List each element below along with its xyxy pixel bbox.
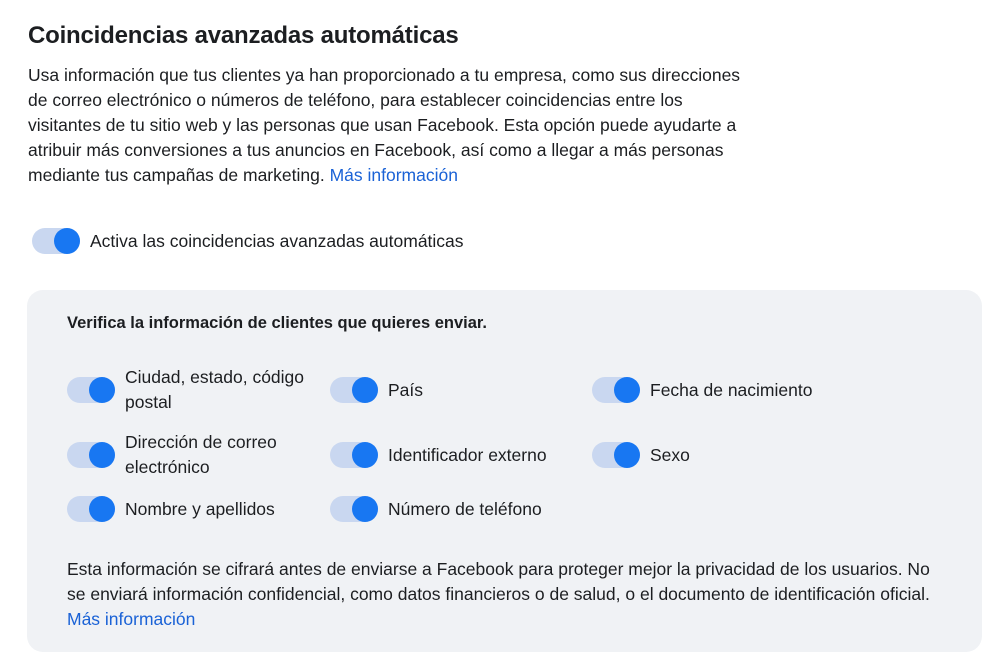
privacy-footnote: Esta información se cifrará antes de env… [67,557,947,632]
option-label: Ciudad, estado, código postal [125,367,305,412]
country-toggle[interactable] [330,377,378,403]
birthdate-toggle[interactable] [592,377,640,403]
customer-info-panel: Verifica la información de clientes que … [27,290,982,652]
email-toggle[interactable] [67,442,115,468]
gender-toggle[interactable] [592,442,640,468]
toggle-knob [352,442,378,468]
toggle-knob [89,377,115,403]
option-city-state-zip: Ciudad, estado, código postal [67,365,315,415]
main-toggle-row: Activa las coincidencias avanzadas autom… [32,228,464,254]
phone-toggle[interactable] [330,496,378,522]
toggle-knob [89,496,115,522]
toggle-knob [54,228,80,254]
toggle-knob [614,377,640,403]
option-label: Dirección de correo electrónico [125,432,277,477]
option-phone: Número de teléfono [330,496,542,522]
option-email: Dirección de correo electrónico [67,430,315,480]
external-id-toggle[interactable] [330,442,378,468]
option-gender: Sexo [592,442,690,468]
option-label: Sexo [650,444,690,465]
automatic-advanced-matching-toggle[interactable] [32,228,80,254]
option-label: Fecha de nacimiento [650,379,813,400]
page-title: Coincidencias avanzadas automáticas [28,22,459,49]
toggle-knob [352,377,378,403]
panel-title: Verifica la información de clientes que … [67,314,488,332]
option-birthdate: Fecha de nacimiento [592,377,812,403]
option-label: Nombre y apellidos [125,498,275,519]
option-country: País [330,377,423,403]
description: Usa información que tus clientes ya han … [28,63,758,188]
learn-more-link[interactable]: Más información [330,165,458,185]
main-toggle-label: Activa las coincidencias avanzadas autom… [90,230,464,251]
option-label: País [388,379,424,400]
city-state-zip-toggle[interactable] [67,377,115,403]
footnote-text: Esta información se cifrará antes de env… [67,559,930,604]
footnote-learn-more-link[interactable]: Más información [67,609,195,629]
option-full-name: Nombre y apellidos [67,496,275,522]
toggle-knob [352,496,378,522]
option-label: Identificador externo [388,444,547,465]
toggle-knob [614,442,640,468]
toggle-knob [89,442,115,468]
option-external-id: Identificador externo [330,442,547,468]
option-label: Número de teléfono [388,498,542,519]
full-name-toggle[interactable] [67,496,115,522]
